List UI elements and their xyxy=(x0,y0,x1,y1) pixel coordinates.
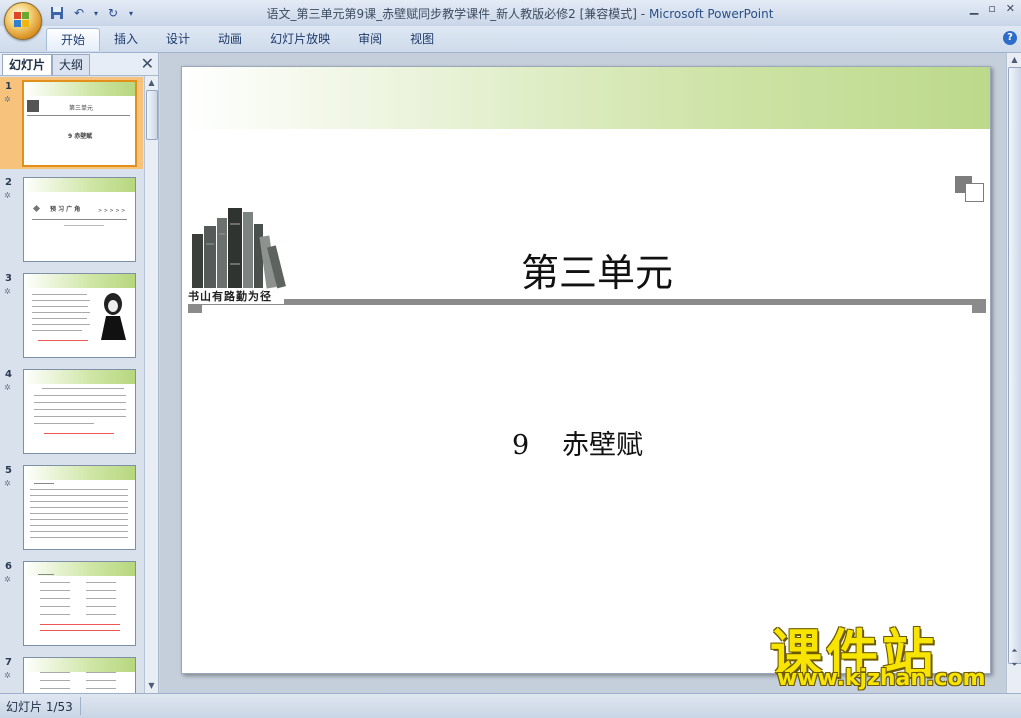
slide-thumbnail-3[interactable]: 3 ✲ xyxy=(0,269,143,361)
slide-thumbnail-7[interactable]: 7 ✲ xyxy=(0,653,143,693)
slide-number: 3 xyxy=(5,273,12,284)
books-icon xyxy=(27,100,39,112)
slide-thumbnail-6[interactable]: 6 ✲ xyxy=(0,557,143,649)
tab-slideshow[interactable]: 幻灯片放映 xyxy=(256,28,344,50)
slide-title[interactable]: 第三单元 xyxy=(432,242,762,297)
slide-number: 6 xyxy=(5,561,12,572)
application-name: Microsoft PowerPoint xyxy=(648,7,774,21)
title-bar: ↶ ▾ ↻ ▾ 语文_第三单元第9课_赤壁赋同步教学课件_新人教版必修2 [兼容… xyxy=(0,0,1021,27)
save-icon[interactable] xyxy=(48,4,66,22)
title-separator: - xyxy=(636,7,649,21)
quick-access-toolbar: ↶ ▾ ↻ ▾ xyxy=(48,3,136,23)
tab-home[interactable]: 开始 xyxy=(46,28,101,51)
status-divider xyxy=(80,697,81,715)
tab-view[interactable]: 视图 xyxy=(396,28,448,50)
thumbnail-preview xyxy=(23,369,136,454)
close-pane-icon[interactable]: ✕ xyxy=(141,54,154,73)
slide-number: 4 xyxy=(5,369,12,380)
books-illustration xyxy=(190,204,286,290)
lesson-number: 9 xyxy=(512,430,530,461)
slide-scrollbar[interactable]: ▲ ⏶ ⏷ xyxy=(1006,53,1021,693)
thumbnail-preview: 第三单元 9 赤壁赋 xyxy=(22,80,137,167)
watermark-url: www.kjzhan.com xyxy=(777,666,986,691)
lesson-heading[interactable]: 9 赤壁赋 xyxy=(512,423,762,462)
thumbnail-preview xyxy=(23,273,136,358)
redo-icon[interactable]: ↻ xyxy=(104,4,122,22)
scroll-up-icon[interactable]: ▲ xyxy=(1008,54,1021,65)
slide-thumbnail-4[interactable]: 4 ✲ xyxy=(0,365,143,457)
thumbnail-preview: 预 习 广 角 > > > > > xyxy=(23,177,136,262)
current-slide[interactable]: 书山有路勤为径 第三单元 9 赤壁赋 xyxy=(181,66,991,674)
tab-slides[interactable]: 幻灯片 xyxy=(2,54,53,75)
maximize-icon[interactable]: ▫ xyxy=(988,2,995,15)
slide-thumbnail-2[interactable]: 2 ✲ 预 习 广 角 > > > > > xyxy=(0,173,143,265)
thumbnail-subtitle: 9 赤壁赋 xyxy=(68,133,93,140)
lesson-title: 赤壁赋 xyxy=(562,430,643,461)
scroll-thumb[interactable] xyxy=(146,90,158,140)
thumbnail-preview xyxy=(23,465,136,550)
slide-number: 1 xyxy=(5,81,12,92)
title-rule xyxy=(188,299,986,305)
undo-dropdown-icon[interactable]: ▾ xyxy=(92,4,100,22)
tab-insert[interactable]: 插入 xyxy=(100,28,152,50)
tab-review[interactable]: 审阅 xyxy=(344,28,396,50)
scroll-thumb[interactable] xyxy=(1008,67,1021,664)
tab-outline[interactable]: 大纲 xyxy=(52,54,91,75)
office-logo-icon xyxy=(14,12,30,28)
thumbnail-preview xyxy=(23,657,136,693)
office-button[interactable] xyxy=(4,2,42,40)
scroll-up-icon[interactable]: ▲ xyxy=(146,77,157,88)
slide-number: 2 xyxy=(5,177,12,188)
thumbnail-subtitle: > > > > > xyxy=(98,208,126,214)
portrait-illustration xyxy=(98,290,128,340)
transition-icon: ✲ xyxy=(4,383,11,392)
slide-number: 7 xyxy=(5,657,12,668)
window-title: 语文_第三单元第9课_赤壁赋同步教学课件_新人教版必修2 [兼容模式] - Mi… xyxy=(200,5,840,22)
minimize-icon[interactable]: ▁ xyxy=(970,2,978,15)
document-name: 语文_第三单元第9课_赤壁赋同步教学课件_新人教版必修2 [兼容模式] xyxy=(266,7,637,21)
slide-number: 5 xyxy=(5,465,12,476)
undo-icon[interactable]: ↶ xyxy=(70,4,88,22)
pane-scrollbar[interactable]: ▲ ▼ xyxy=(144,76,158,693)
close-window-icon[interactable]: ✕ xyxy=(1006,2,1015,15)
motto-text: 书山有路勤为径 xyxy=(188,289,284,304)
ribbon-tabs: 开始 插入 设计 动画 幻灯片放映 审阅 视图 xyxy=(46,28,448,51)
decor-square-outline xyxy=(965,183,984,202)
thumbnail-title: 预 习 广 角 xyxy=(50,206,81,213)
slide-thumbnail-5[interactable]: 5 ✲ xyxy=(0,461,143,553)
thumbnail-title: 第三单元 xyxy=(69,105,94,112)
scroll-down-icon[interactable]: ▼ xyxy=(146,680,157,691)
thumbnail-preview xyxy=(23,561,136,646)
help-icon[interactable]: ? xyxy=(1003,31,1017,45)
transition-icon: ✲ xyxy=(4,575,11,584)
customize-toolbar-icon[interactable]: ▾ xyxy=(126,4,136,22)
slides-pane: 幻灯片 大纲 ✕ 1 ✲ 第三单元 9 赤壁赋 2 ✲ 预 习 广 角 > > … xyxy=(0,53,159,693)
transition-icon: ✲ xyxy=(4,287,11,296)
transition-icon: ✲ xyxy=(4,191,11,200)
transition-icon: ✲ xyxy=(4,479,11,488)
tab-design[interactable]: 设计 xyxy=(152,28,204,50)
slide-thumbnail-1[interactable]: 1 ✲ 第三单元 9 赤壁赋 xyxy=(0,77,143,169)
pane-tabs: 幻灯片 大纲 ✕ xyxy=(0,53,158,76)
slide-indicator: 幻灯片 1/53 xyxy=(6,700,73,714)
transition-icon: ✲ xyxy=(4,95,11,104)
rule-end-right xyxy=(972,299,986,313)
status-bar: 幻灯片 1/53 xyxy=(0,693,1021,718)
tab-animations[interactable]: 动画 xyxy=(204,28,256,50)
transition-icon: ✲ xyxy=(4,671,11,680)
window-controls: ▁ ▫ ✕ xyxy=(970,2,1015,15)
ribbon: 开始 插入 设计 动画 幻灯片放映 审阅 视图 ? xyxy=(0,26,1021,53)
header-band xyxy=(182,67,990,129)
